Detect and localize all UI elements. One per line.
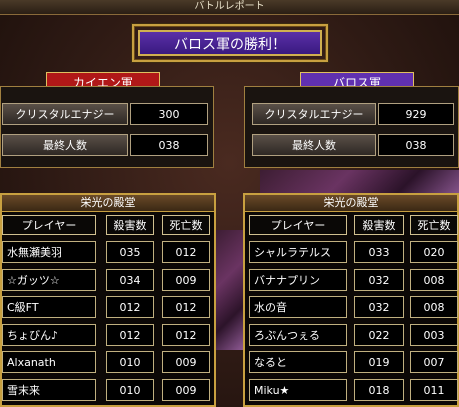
hall-right-row-1-name: シャルラテルス [249, 241, 347, 263]
hall-left-row-2-kills: 034 [106, 269, 154, 291]
col-header-player-left: プレイヤー [2, 215, 96, 235]
hall-right-row-6-deaths: 011 [410, 379, 458, 401]
title-bar: バトルレポート [0, 0, 459, 15]
hall-left-row-4-kills: 012 [106, 324, 154, 346]
final-count-label-left: 最終人数 [2, 134, 128, 156]
col-header-deaths-right: 死亡数 [410, 215, 458, 235]
hall-right-row-2-deaths: 008 [410, 269, 458, 291]
crystal-energy-value-left: 300 [130, 103, 208, 125]
hall-left-row-5-deaths: 009 [162, 351, 210, 373]
hall-right-row-1-deaths: 020 [410, 241, 458, 263]
hall-left-row-6-kills: 010 [106, 379, 154, 401]
window-title: バトルレポート [194, 1, 265, 12]
hall-left-row-4-deaths: 012 [162, 324, 210, 346]
col-header-kills-right: 殺害数 [354, 215, 404, 235]
background-artwork-center [214, 230, 244, 350]
hall-right-row-4-name: ろぷんつぇる [249, 324, 347, 346]
hall-left-row-3-deaths: 012 [162, 296, 210, 318]
hall-left-row-1-name: 水無瀬美羽 [2, 241, 96, 263]
hall-right-row-3-kills: 032 [354, 296, 404, 318]
hall-right-row-3-name: 水の音 [249, 296, 347, 318]
hall-left-row-6-name: 雪末来 [2, 379, 96, 401]
hall-left-row-5-name: Alxanath [2, 351, 96, 373]
hall-left-row-6-deaths: 009 [162, 379, 210, 401]
hall-left-row-4-name: ちょびん♪ [2, 324, 96, 346]
col-header-kills-left: 殺害数 [106, 215, 154, 235]
final-count-value-left: 038 [130, 134, 208, 156]
hall-right-row-2-kills: 032 [354, 269, 404, 291]
hall-right-row-4-deaths: 003 [410, 324, 458, 346]
final-count-value-right: 038 [378, 134, 454, 156]
col-header-deaths-left: 死亡数 [162, 215, 210, 235]
hall-right-row-6-kills: 018 [354, 379, 404, 401]
hall-title-right: 栄光の殿堂 [245, 195, 457, 212]
hall-left-row-1-kills: 035 [106, 241, 154, 263]
final-count-label-right: 最終人数 [252, 134, 376, 156]
hall-right-row-4-kills: 022 [354, 324, 404, 346]
victory-banner: バロス軍の勝利！ [138, 30, 322, 56]
hall-right-row-2-name: バナナプリン [249, 269, 347, 291]
hall-left-row-1-deaths: 012 [162, 241, 210, 263]
col-header-player-right: プレイヤー [249, 215, 347, 235]
crystal-energy-label-right: クリスタルエナジー [252, 103, 376, 125]
hall-right-row-5-kills: 019 [354, 351, 404, 373]
hall-right-row-5-name: なると [249, 351, 347, 373]
hall-right-row-5-deaths: 007 [410, 351, 458, 373]
hall-left-row-2-deaths: 009 [162, 269, 210, 291]
hall-right-row-3-deaths: 008 [410, 296, 458, 318]
hall-left-row-5-kills: 010 [106, 351, 154, 373]
hall-right-row-1-kills: 033 [354, 241, 404, 263]
hall-right-row-6-name: Miku★ [249, 379, 347, 401]
crystal-energy-label-left: クリスタルエナジー [2, 103, 128, 125]
crystal-energy-value-right: 929 [378, 103, 454, 125]
hall-left-row-3-name: C級FT [2, 296, 96, 318]
hall-title-left: 栄光の殿堂 [2, 195, 214, 212]
hall-left-row-2-name: ☆ガッツ☆ [2, 269, 96, 291]
hall-left-row-3-kills: 012 [106, 296, 154, 318]
